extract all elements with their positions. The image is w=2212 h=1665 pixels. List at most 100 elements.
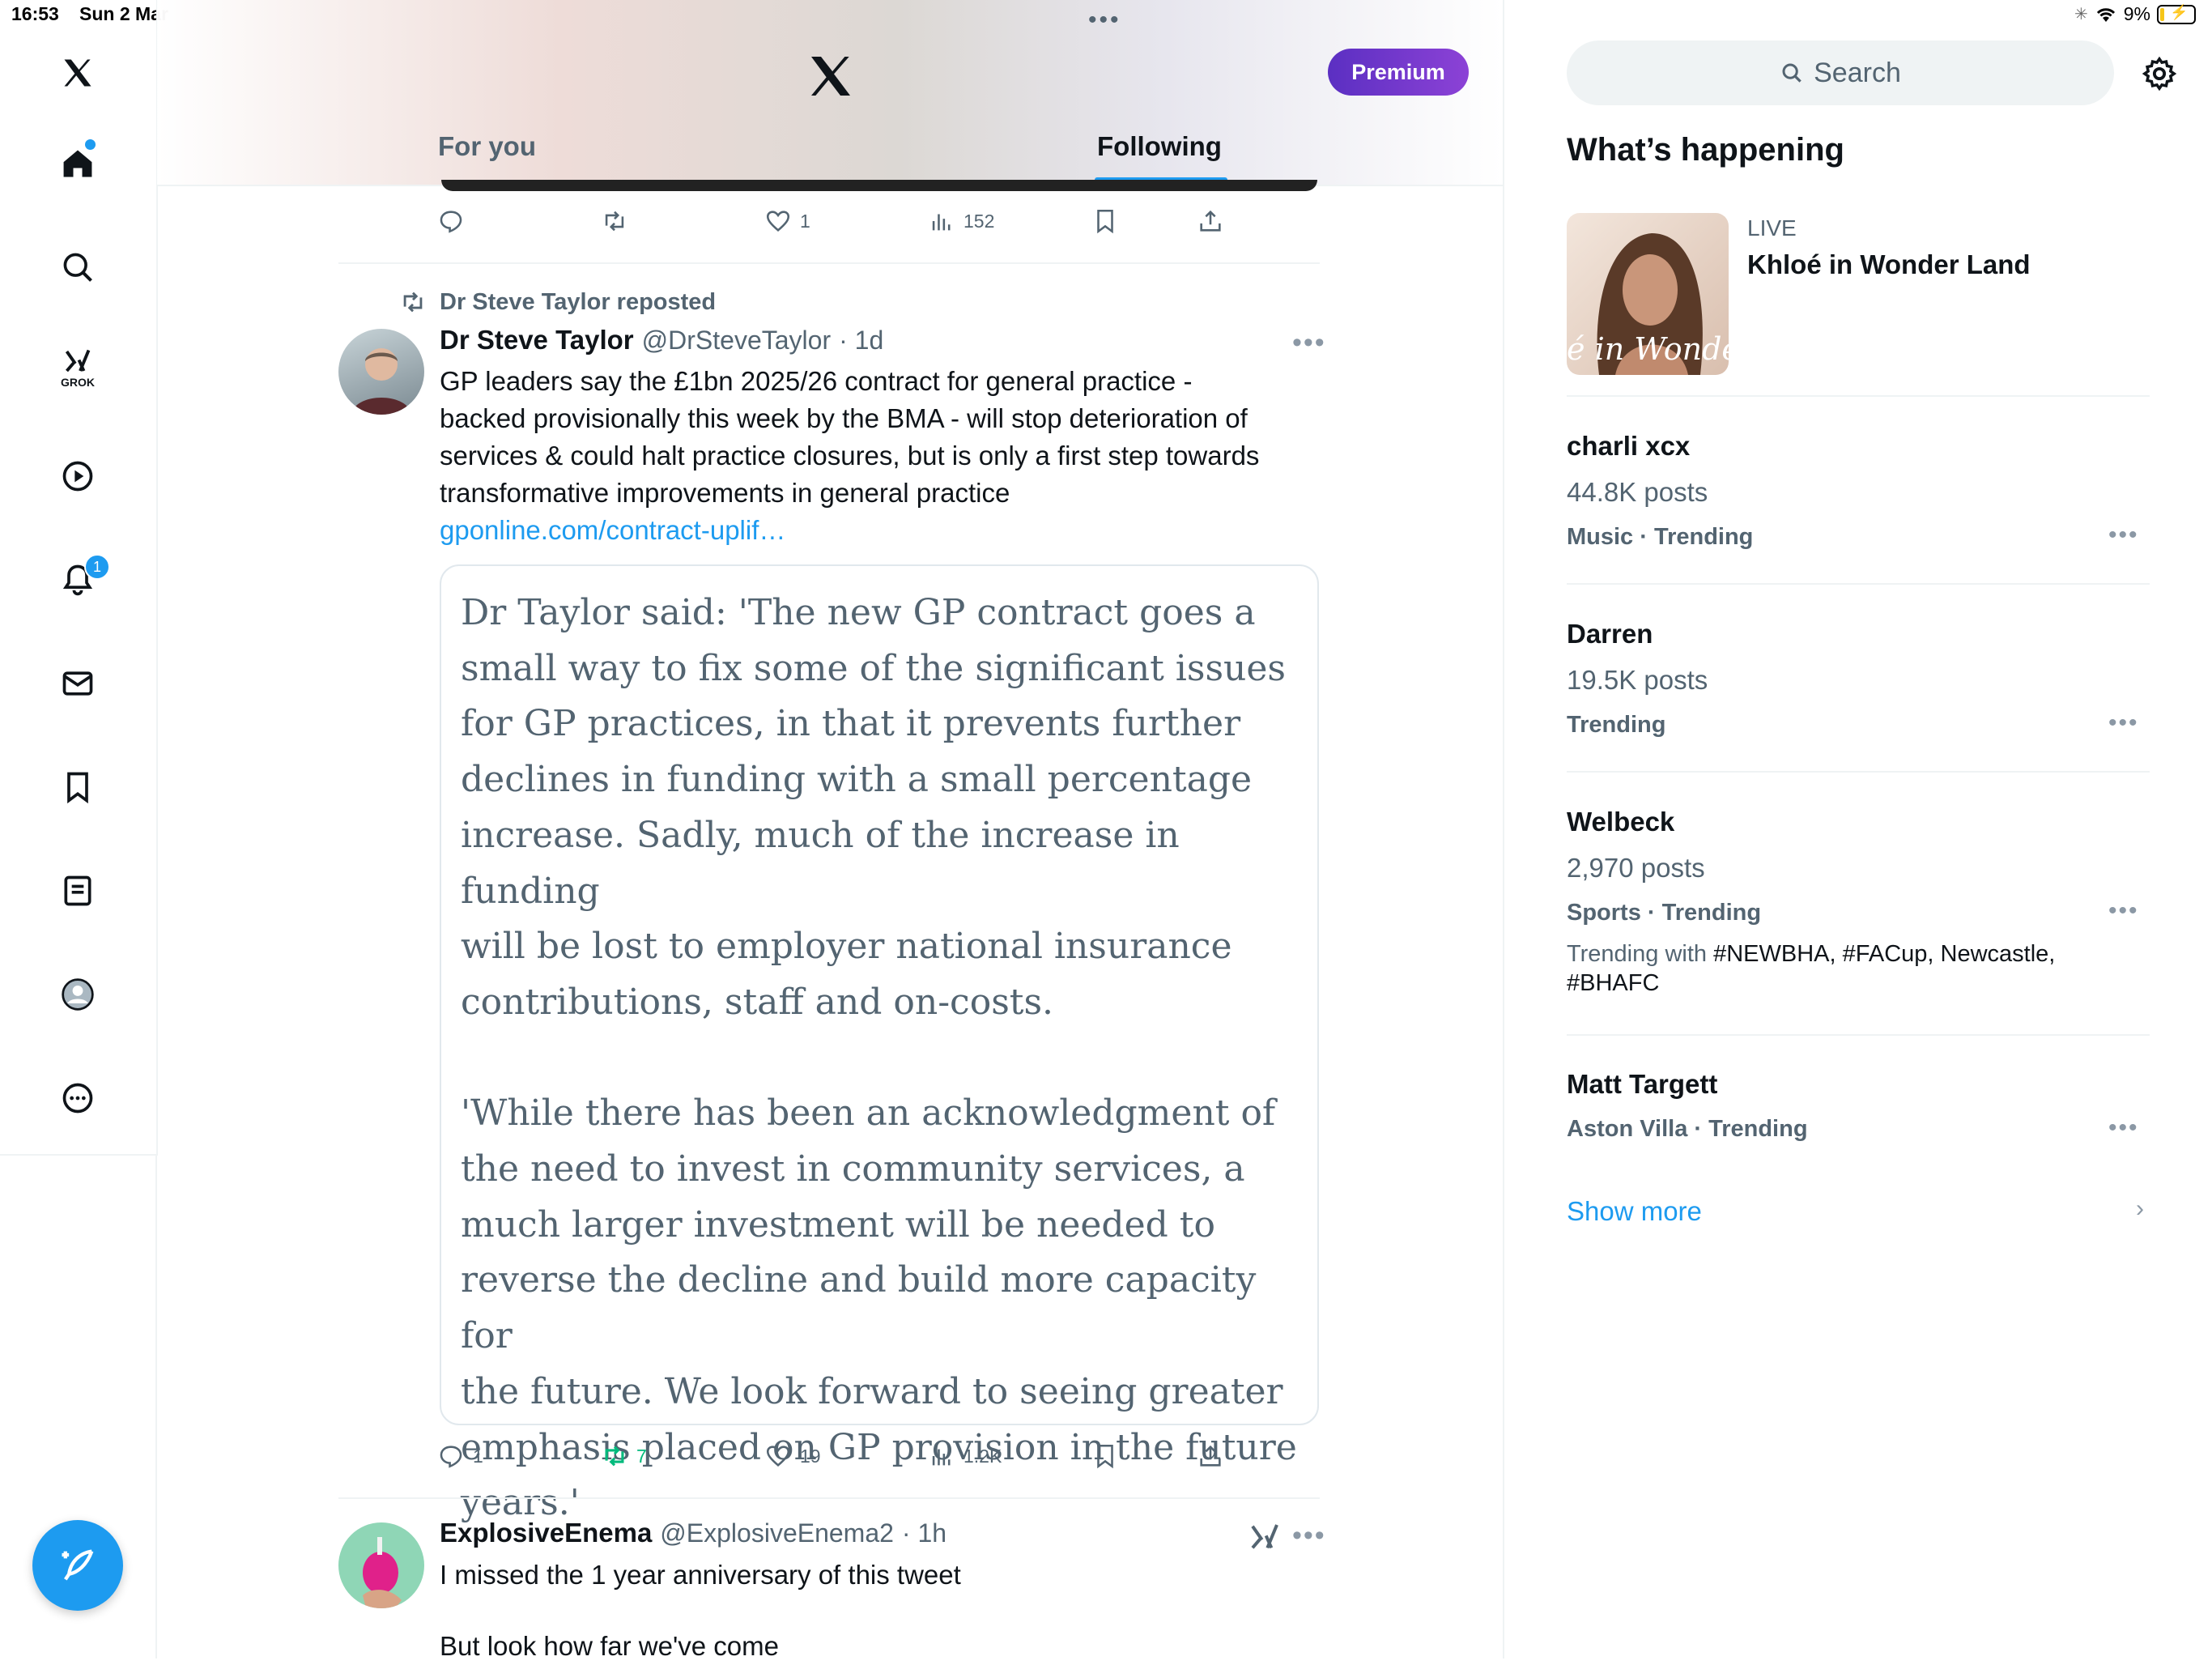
- tab-following[interactable]: Following: [1097, 131, 1222, 162]
- author-avatar[interactable]: [338, 1522, 424, 1608]
- author-name[interactable]: Dr Steve Taylor: [440, 325, 634, 356]
- home-new-dot: [85, 139, 96, 150]
- search-input[interactable]: Search: [1567, 40, 2114, 105]
- tweet-line: services & could halt practice closures,…: [440, 441, 1260, 471]
- home-icon[interactable]: [52, 138, 104, 189]
- bookmarks-icon[interactable]: [52, 761, 104, 813]
- trend-name[interactable]: Welbeck: [1567, 807, 1674, 837]
- trend-divider: [1567, 583, 2150, 585]
- search-icon[interactable]: [52, 241, 104, 293]
- bookmark-button[interactable]: [1091, 207, 1119, 235]
- trend-related-tags[interactable]: #NEWBHA, #FACup, Newcastle,: [1713, 941, 2055, 967]
- reply-count: 1: [473, 1445, 483, 1467]
- views-button[interactable]: 1.2K: [928, 1442, 1002, 1470]
- compose-post-button[interactable]: [32, 1520, 123, 1611]
- tweet-time[interactable]: · 1h: [902, 1518, 946, 1548]
- views-icon: [932, 1449, 951, 1466]
- author-avatar[interactable]: [338, 329, 424, 415]
- repost-attribution: Dr Steve Taylor reposted: [440, 289, 717, 315]
- premium-button[interactable]: Premium: [1328, 49, 1469, 96]
- like-button[interactable]: 19: [764, 1442, 821, 1470]
- share-button[interactable]: [1197, 1442, 1224, 1470]
- tweet-link[interactable]: gponline.com/contract-uplif…: [440, 512, 1322, 549]
- trend-related-tags[interactable]: #BHAFC: [1567, 970, 1659, 996]
- author-handle[interactable]: @DrSteveTaylor: [642, 326, 831, 356]
- drag-handle-icon[interactable]: •••: [1088, 6, 1121, 34]
- live-event-thumbnail[interactable]: é in Wonder L: [1567, 213, 1729, 375]
- view-count: 1.2K: [963, 1445, 1002, 1467]
- notifications-badge: 1: [84, 554, 110, 580]
- reply-button[interactable]: 1: [437, 1442, 483, 1470]
- rail-divider: [155, 1154, 157, 1659]
- quote-image-text: Dr Taylor said: 'The new GP contract goe…: [461, 592, 1297, 1524]
- views-button[interactable]: 152: [928, 207, 994, 235]
- live-event-title[interactable]: Khloé in Wonder Land: [1747, 249, 2031, 280]
- trend-category: Aston Villa · Trending: [1567, 1116, 1808, 1142]
- messages-icon[interactable]: [52, 658, 104, 709]
- tweet-time[interactable]: · 1d: [839, 326, 883, 356]
- author-name[interactable]: ExplosiveEnema: [440, 1518, 652, 1548]
- trend-divider: [1567, 395, 2150, 397]
- tweet-divider: [338, 262, 1320, 264]
- tweet-body: GP leaders say the £1bn 2025/26 contract…: [440, 363, 1322, 549]
- tweet-divider: [338, 1497, 1320, 1499]
- tweet-line: But look how far we've come: [440, 1631, 779, 1661]
- trend-category: Trending: [1567, 712, 1666, 738]
- x-header-logo-icon: [805, 50, 857, 102]
- repost-icon: [605, 1446, 624, 1467]
- reply-button[interactable]: [437, 207, 465, 235]
- tweet-line: I missed the 1 year anniversary of this …: [440, 1560, 961, 1590]
- grok-explain-icon[interactable]: [1249, 1521, 1281, 1557]
- quote-image-card[interactable]: Dr Taylor said: 'The new GP contract goe…: [440, 564, 1319, 1523]
- tweet-more-icon[interactable]: •••: [1292, 1520, 1326, 1552]
- heart-icon: [766, 1446, 790, 1467]
- profile-avatar[interactable]: [52, 969, 104, 1020]
- reply-icon: [440, 211, 462, 233]
- trend-related-prefix: Trending with: [1567, 941, 1714, 967]
- compose-feather-icon: [62, 1549, 94, 1581]
- previous-media-edge: [441, 180, 1317, 191]
- trend-divider: [1567, 1034, 2150, 1036]
- tweet-author-row: Dr Steve Taylor @DrSteveTaylor · 1d: [440, 325, 883, 356]
- trend-name[interactable]: charli xcx: [1567, 431, 1690, 462]
- tab-for-you[interactable]: For you: [438, 131, 536, 162]
- trend-related: Trending with #NEWBHA, #FACup, Newcastle…: [1567, 939, 2117, 998]
- share-button[interactable]: [1197, 207, 1224, 235]
- trend-name[interactable]: Darren: [1567, 619, 1653, 649]
- author-handle[interactable]: @ExplosiveEnema2: [660, 1518, 894, 1548]
- trend-name[interactable]: Matt Targett: [1567, 1069, 1717, 1100]
- tweet-actions: 1 7 19 1.2K: [437, 1442, 1247, 1475]
- settings-gear-icon[interactable]: [2141, 55, 2178, 96]
- tweet-line: transformative improvements in general p…: [440, 478, 1010, 508]
- trend-post-count: 19.5K posts: [1567, 665, 1708, 695]
- trend-post-count: 2,970 posts: [1567, 853, 1705, 883]
- chevron-right-icon: ›: [2136, 1195, 2144, 1222]
- video-icon[interactable]: [52, 450, 104, 502]
- lists-icon[interactable]: [52, 865, 104, 917]
- like-button[interactable]: 1: [764, 207, 810, 235]
- more-options-icon[interactable]: [52, 1072, 104, 1124]
- feed-right-border: [1503, 0, 1504, 1659]
- status-indicators: ✳ 9% ⚡: [2074, 3, 2196, 25]
- repost-icon: [605, 211, 624, 232]
- grok-label: GROK: [61, 376, 95, 389]
- grok-icon[interactable]: GROK: [52, 342, 104, 394]
- trend-more-icon[interactable]: •••: [2108, 897, 2139, 925]
- show-more-link[interactable]: Show more: [1567, 1196, 1702, 1227]
- trend-more-icon[interactable]: •••: [2108, 522, 2139, 549]
- trend-more-icon[interactable]: •••: [2108, 1114, 2139, 1142]
- like-count: 19: [800, 1445, 821, 1467]
- tweet-line: backed provisionally this week by the BM…: [440, 403, 1248, 433]
- x-logo-icon[interactable]: [52, 47, 104, 99]
- trend-more-icon[interactable]: •••: [2108, 709, 2139, 737]
- repost-button[interactable]: 7: [601, 1442, 647, 1470]
- share-icon: [1200, 210, 1221, 232]
- repost-button[interactable]: [601, 207, 628, 235]
- tweet-more-icon[interactable]: •••: [1292, 327, 1326, 359]
- bookmark-icon: [1097, 1444, 1113, 1469]
- heart-icon: [766, 211, 790, 232]
- live-label: LIVE: [1747, 215, 1797, 241]
- trend-category: Music · Trending: [1567, 524, 1754, 550]
- bookmark-button[interactable]: [1091, 1442, 1119, 1470]
- whats-happening-title: What’s happening: [1567, 132, 1844, 168]
